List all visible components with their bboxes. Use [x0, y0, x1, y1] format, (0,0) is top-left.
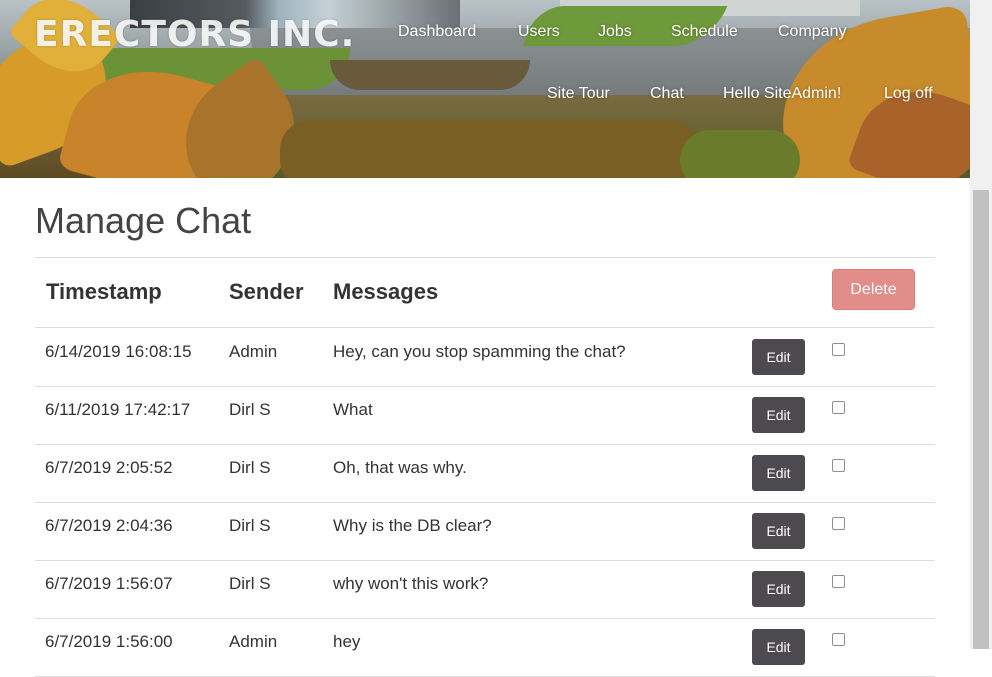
table-row: 6/7/2019 1:56:00 Admin hey Edit: [35, 618, 935, 677]
timestamp-cell: 6/7/2019 2:05:52: [45, 458, 173, 477]
edit-button[interactable]: Edit: [752, 455, 805, 491]
timestamp-cell: 6/7/2019 2:04:36: [45, 516, 173, 535]
page-title: Manage Chat: [35, 200, 252, 241]
scrollbar-thumb[interactable]: [973, 190, 989, 649]
message-cell: Oh, that was why.: [333, 458, 467, 477]
timestamp-cell: 6/7/2019 1:56:07: [45, 574, 173, 593]
select-checkbox[interactable]: [832, 517, 845, 530]
edit-button[interactable]: Edit: [752, 397, 805, 433]
message-cell: why won't this work?: [333, 574, 489, 593]
nav-company[interactable]: Company: [778, 23, 846, 41]
banner-leaf: [680, 130, 800, 178]
table-row: 6/14/2019 16:08:15 Admin Hey, can you st…: [35, 328, 935, 387]
edit-button[interactable]: Edit: [752, 513, 805, 549]
header-banner: ERECTORS INC. Dashboard Users Jobs Sched…: [0, 0, 970, 178]
message-cell: Hey, can you stop spamming the chat?: [333, 342, 626, 361]
timestamp-cell: 6/11/2019 17:42:17: [45, 400, 191, 419]
table-row: 6/7/2019 2:04:36 Dirl S Why is the DB cl…: [35, 502, 935, 561]
nav-chat[interactable]: Chat: [650, 85, 684, 103]
divider: [35, 257, 935, 258]
nav-users[interactable]: Users: [518, 23, 560, 41]
sender-cell: Admin: [229, 342, 278, 361]
banner-leaf: [280, 120, 700, 178]
nav-schedule[interactable]: Schedule: [671, 23, 738, 41]
nav-dashboard[interactable]: Dashboard: [398, 23, 476, 41]
nav-site-tour[interactable]: Site Tour: [547, 85, 610, 103]
sender-cell: Admin: [229, 632, 278, 651]
table-row: 6/7/2019 1:56:07 Dirl S why won't this w…: [35, 560, 935, 619]
header-sender: Sender: [229, 279, 304, 304]
sender-cell: Dirl S: [229, 516, 271, 535]
select-checkbox[interactable]: [832, 575, 845, 588]
timestamp-cell: 6/14/2019 16:08:15: [45, 342, 192, 361]
timestamp-cell: 6/7/2019 1:56:00: [45, 632, 173, 651]
delete-button[interactable]: Delete: [832, 269, 915, 310]
select-checkbox[interactable]: [832, 401, 845, 414]
page-scrollbar[interactable]: [970, 0, 992, 649]
select-checkbox[interactable]: [832, 633, 845, 646]
nav-log-off[interactable]: Log off: [884, 85, 933, 103]
nav-user-greeting[interactable]: Hello SiteAdmin!: [723, 85, 841, 103]
sender-cell: Dirl S: [229, 458, 271, 477]
header-timestamp: Timestamp: [46, 279, 162, 304]
nav-jobs[interactable]: Jobs: [598, 23, 632, 41]
edit-button[interactable]: Edit: [752, 629, 805, 665]
banner-planting-bed: [330, 60, 530, 90]
sender-cell: Dirl S: [229, 400, 271, 419]
header-messages: Messages: [333, 279, 439, 304]
edit-button[interactable]: Edit: [752, 571, 805, 607]
message-cell: What: [333, 400, 373, 419]
edit-button[interactable]: Edit: [752, 339, 805, 375]
brand-logo[interactable]: ERECTORS INC.: [34, 14, 355, 55]
select-checkbox[interactable]: [832, 459, 845, 472]
table-row: 6/11/2019 17:42:17 Dirl S What Edit: [35, 386, 935, 445]
sender-cell: Dirl S: [229, 574, 271, 593]
table-row: 6/7/2019 2:05:52 Dirl S Oh, that was why…: [35, 444, 935, 503]
message-cell: hey: [333, 632, 361, 651]
message-cell: Why is the DB clear?: [333, 516, 492, 535]
select-checkbox[interactable]: [832, 343, 845, 356]
